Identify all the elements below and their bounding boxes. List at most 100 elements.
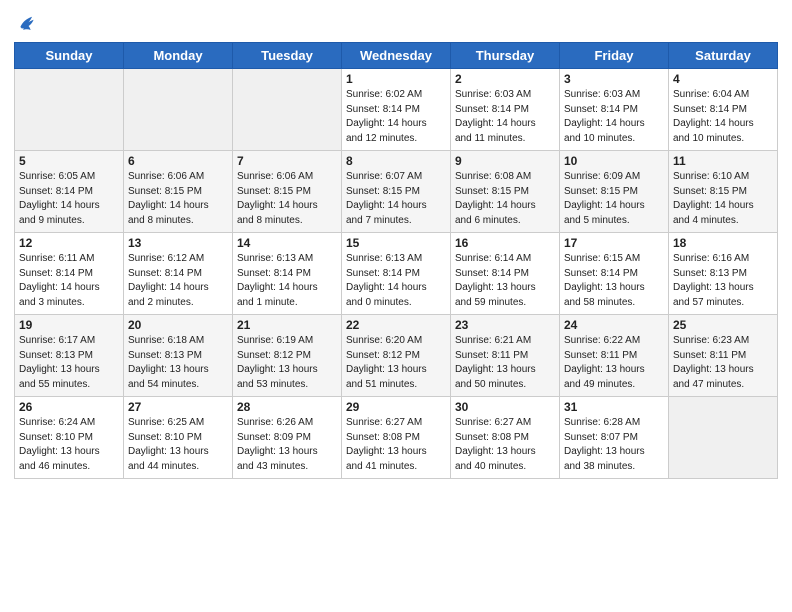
day-info: Sunrise: 6:18 AM Sunset: 8:13 PM Dayligh… [128,334,228,392]
calendar-cell [669,397,778,479]
day-number: 16 [455,236,555,250]
day-info: Sunrise: 6:15 AM Sunset: 8:14 PM Dayligh… [564,252,664,310]
calendar-cell [233,69,342,151]
calendar-cell: 14 Sunrise: 6:13 AM Sunset: 8:14 PM Dayli… [233,233,342,315]
page: SundayMondayTuesdayWednesdayThursdayFrid… [0,0,792,612]
day-number: 30 [455,400,555,414]
day-info: Sunrise: 6:03 AM Sunset: 8:14 PM Dayligh… [455,88,555,146]
calendar-week-row: 19 Sunrise: 6:17 AM Sunset: 8:13 PM Dayli… [15,315,778,397]
calendar-cell [15,69,124,151]
day-info: Sunrise: 6:16 AM Sunset: 8:13 PM Dayligh… [673,252,773,310]
calendar-cell: 13 Sunrise: 6:12 AM Sunset: 8:14 PM Dayli… [124,233,233,315]
day-info: Sunrise: 6:22 AM Sunset: 8:11 PM Dayligh… [564,334,664,392]
calendar-cell: 21 Sunrise: 6:19 AM Sunset: 8:12 PM Dayli… [233,315,342,397]
calendar-cell: 31 Sunrise: 6:28 AM Sunset: 8:07 PM Dayli… [560,397,669,479]
calendar-cell: 20Sunrise: 6:18 AM Sunset: 8:13 PM Dayli… [124,315,233,397]
calendar-cell: 28 Sunrise: 6:26 AM Sunset: 8:09 PM Dayli… [233,397,342,479]
day-number: 18 [673,236,773,250]
day-info: Sunrise: 6:05 AM Sunset: 8:14 PM Dayligh… [19,170,119,228]
calendar-cell: 8Sunrise: 6:07 AM Sunset: 8:15 PM Daylig… [342,151,451,233]
day-info: Sunrise: 6:23 AM Sunset: 8:11 PM Dayligh… [673,334,773,392]
calendar-cell: 26 Sunrise: 6:24 AM Sunset: 8:10 PM Dayli… [15,397,124,479]
calendar-cell: 10Sunrise: 6:09 AM Sunset: 8:15 PM Dayli… [560,151,669,233]
day-number: 7 [237,154,337,168]
calendar-cell: 27 Sunrise: 6:25 AM Sunset: 8:10 PM Dayli… [124,397,233,479]
day-number: 26 [19,400,119,414]
day-info: Sunrise: 6:14 AM Sunset: 8:14 PM Dayligh… [455,252,555,310]
calendar-cell: 1 Sunrise: 6:02 AM Sunset: 8:14 PM Daylig… [342,69,451,151]
day-number: 21 [237,318,337,332]
logo [14,10,38,34]
calendar-cell [124,69,233,151]
day-number: 19 [19,318,119,332]
calendar-cell: 19 Sunrise: 6:17 AM Sunset: 8:13 PM Dayli… [15,315,124,397]
calendar-cell: 17 Sunrise: 6:15 AM Sunset: 8:14 PM Dayli… [560,233,669,315]
day-info: Sunrise: 6:28 AM Sunset: 8:07 PM Dayligh… [564,416,664,474]
day-number: 25 [673,318,773,332]
day-info: Sunrise: 6:19 AM Sunset: 8:12 PM Dayligh… [237,334,337,392]
day-info: Sunrise: 6:13 AM Sunset: 8:14 PM Dayligh… [346,252,446,310]
day-info: Sunrise: 6:08 AM Sunset: 8:15 PM Dayligh… [455,170,555,228]
calendar-cell: 2 Sunrise: 6:03 AM Sunset: 8:14 PM Daylig… [451,69,560,151]
calendar-cell: 29 Sunrise: 6:27 AM Sunset: 8:08 PM Dayli… [342,397,451,479]
day-number: 31 [564,400,664,414]
calendar-cell: 3 Sunrise: 6:03 AM Sunset: 8:14 PM Daylig… [560,69,669,151]
calendar-cell: 4 Sunrise: 6:04 AM Sunset: 8:14 PM Daylig… [669,69,778,151]
calendar-cell: 6 Sunrise: 6:06 AM Sunset: 8:15 PM Daylig… [124,151,233,233]
calendar-week-row: 26 Sunrise: 6:24 AM Sunset: 8:10 PM Dayli… [15,397,778,479]
day-info: Sunrise: 6:04 AM Sunset: 8:14 PM Dayligh… [673,88,773,146]
day-number: 17 [564,236,664,250]
calendar-cell: 22 Sunrise: 6:20 AM Sunset: 8:12 PM Dayli… [342,315,451,397]
day-info: Sunrise: 6:25 AM Sunset: 8:10 PM Dayligh… [128,416,228,474]
day-info: Sunrise: 6:02 AM Sunset: 8:14 PM Dayligh… [346,88,446,146]
day-number: 28 [237,400,337,414]
calendar-week-row: 5 Sunrise: 6:05 AM Sunset: 8:14 PM Daylig… [15,151,778,233]
day-info: Sunrise: 6:03 AM Sunset: 8:14 PM Dayligh… [564,88,664,146]
day-number: 13 [128,236,228,250]
day-number: 15 [346,236,446,250]
day-info: Sunrise: 6:07 AM Sunset: 8:15 PM Dayligh… [346,170,446,228]
header [14,10,778,34]
calendar-cell: 16 Sunrise: 6:14 AM Sunset: 8:14 PM Dayli… [451,233,560,315]
day-number: 12 [19,236,119,250]
day-info: Sunrise: 6:11 AM Sunset: 8:14 PM Dayligh… [19,252,119,310]
weekday-header-friday: Friday [560,43,669,69]
calendar-cell: 23Sunrise: 6:21 AM Sunset: 8:11 PM Dayli… [451,315,560,397]
calendar-cell: 9Sunrise: 6:08 AM Sunset: 8:15 PM Daylig… [451,151,560,233]
weekday-header-sunday: Sunday [15,43,124,69]
calendar-cell: 5 Sunrise: 6:05 AM Sunset: 8:14 PM Daylig… [15,151,124,233]
calendar-week-row: 12 Sunrise: 6:11 AM Sunset: 8:14 PM Dayli… [15,233,778,315]
calendar-cell: 12 Sunrise: 6:11 AM Sunset: 8:14 PM Dayli… [15,233,124,315]
day-number: 1 [346,72,446,86]
day-info: Sunrise: 6:20 AM Sunset: 8:12 PM Dayligh… [346,334,446,392]
day-number: 29 [346,400,446,414]
day-info: Sunrise: 6:17 AM Sunset: 8:13 PM Dayligh… [19,334,119,392]
day-number: 3 [564,72,664,86]
day-info: Sunrise: 6:26 AM Sunset: 8:09 PM Dayligh… [237,416,337,474]
day-number: 14 [237,236,337,250]
calendar-cell: 25 Sunrise: 6:23 AM Sunset: 8:11 PM Dayli… [669,315,778,397]
weekday-header-row: SundayMondayTuesdayWednesdayThursdayFrid… [15,43,778,69]
weekday-header-thursday: Thursday [451,43,560,69]
day-number: 2 [455,72,555,86]
day-number: 5 [19,154,119,168]
day-number: 4 [673,72,773,86]
day-number: 22 [346,318,446,332]
calendar-cell: 24Sunrise: 6:22 AM Sunset: 8:11 PM Dayli… [560,315,669,397]
weekday-header-tuesday: Tuesday [233,43,342,69]
day-info: Sunrise: 6:24 AM Sunset: 8:10 PM Dayligh… [19,416,119,474]
calendar-cell: 15 Sunrise: 6:13 AM Sunset: 8:14 PM Dayli… [342,233,451,315]
day-number: 27 [128,400,228,414]
logo-bird-icon [16,12,38,34]
calendar-cell: 30 Sunrise: 6:27 AM Sunset: 8:08 PM Dayli… [451,397,560,479]
day-info: Sunrise: 6:27 AM Sunset: 8:08 PM Dayligh… [346,416,446,474]
day-info: Sunrise: 6:12 AM Sunset: 8:14 PM Dayligh… [128,252,228,310]
day-info: Sunrise: 6:10 AM Sunset: 8:15 PM Dayligh… [673,170,773,228]
day-number: 6 [128,154,228,168]
day-info: Sunrise: 6:27 AM Sunset: 8:08 PM Dayligh… [455,416,555,474]
day-number: 11 [673,154,773,168]
day-info: Sunrise: 6:06 AM Sunset: 8:15 PM Dayligh… [237,170,337,228]
day-info: Sunrise: 6:13 AM Sunset: 8:14 PM Dayligh… [237,252,337,310]
day-info: Sunrise: 6:06 AM Sunset: 8:15 PM Dayligh… [128,170,228,228]
calendar-cell: 11 Sunrise: 6:10 AM Sunset: 8:15 PM Dayli… [669,151,778,233]
